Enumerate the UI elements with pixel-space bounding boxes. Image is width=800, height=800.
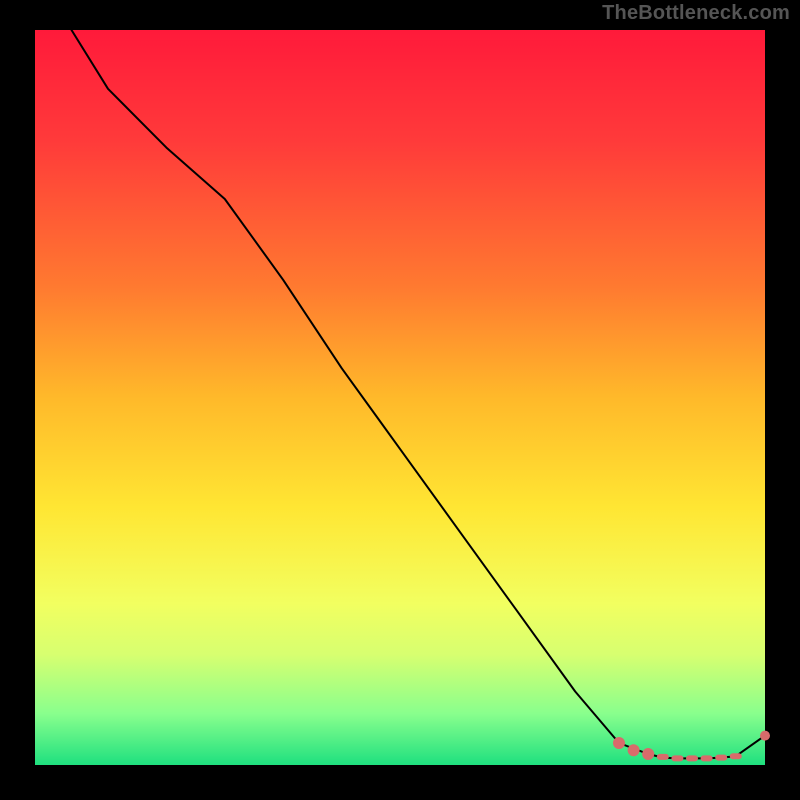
marker-point [761, 731, 770, 740]
plot-area [35, 30, 765, 765]
marker-point [701, 755, 713, 761]
bottleneck-markers [614, 731, 770, 761]
marker-point [643, 749, 654, 760]
marker-point [730, 753, 742, 759]
bottleneck-curve [72, 30, 766, 758]
marker-point [614, 738, 625, 749]
marker-point [715, 755, 727, 761]
marker-point [671, 755, 683, 761]
marker-point [657, 754, 669, 760]
marker-point [628, 745, 639, 756]
chart-overlay-svg [35, 30, 765, 765]
chart-frame: TheBottleneck.com [0, 0, 800, 800]
attribution-text: TheBottleneck.com [602, 2, 790, 25]
marker-point [686, 755, 698, 761]
